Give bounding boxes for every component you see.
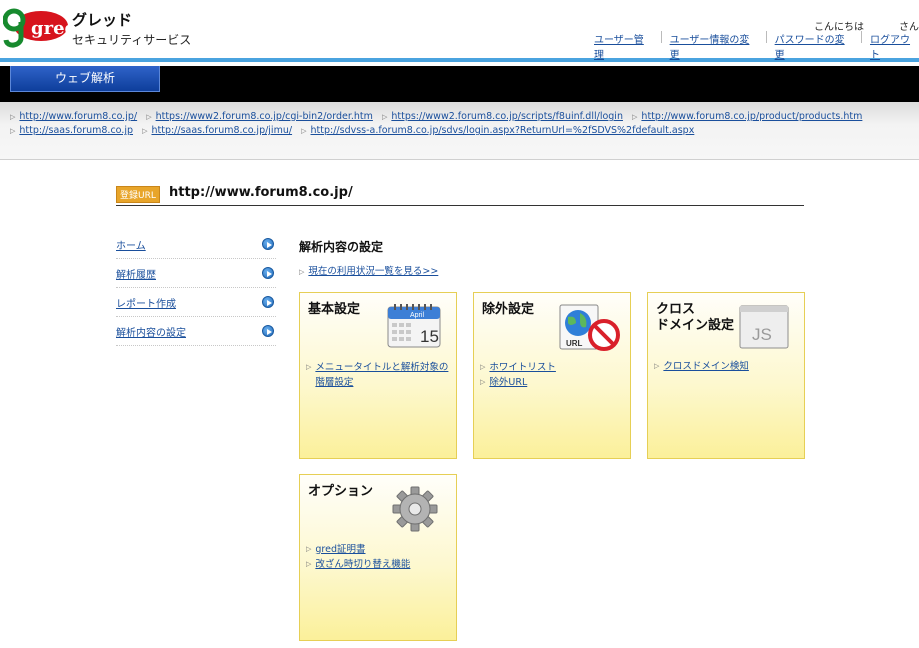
change-password-link[interactable]: パスワードの変更 bbox=[775, 31, 853, 61]
list-item: ▷ gred証明書 bbox=[306, 542, 410, 557]
status-overview-link[interactable]: ▷ 現在の利用状況一覧を見る>> bbox=[299, 263, 438, 277]
recent-url-link[interactable]: http://www.forum8.co.jp/product/products… bbox=[641, 111, 862, 122]
svg-text:gred: gred bbox=[31, 18, 69, 39]
card-links: ▷ gred証明書 ▷ 改ざん時切り替え機能 bbox=[306, 542, 410, 572]
card-title: クロス ドメイン設定 bbox=[656, 302, 734, 334]
arrow-right-icon: ▷ bbox=[299, 268, 305, 276]
svg-text:April: April bbox=[410, 312, 424, 319]
circle-arrow-icon[interactable] bbox=[262, 267, 274, 279]
arrow-right-icon: ▷ bbox=[10, 127, 16, 135]
card-cross-domain-settings: クロス ドメイン設定 JS ▷ クロスドメイン検知 bbox=[647, 292, 805, 459]
card-title: 基本設定 bbox=[308, 302, 361, 317]
card-link[interactable]: クロスドメイン検知 bbox=[663, 359, 749, 374]
sidebar-menu: ホーム 解析履歴 レポート作成 解析内容の設定 bbox=[116, 230, 276, 346]
sidebar-item-label[interactable]: レポート作成 bbox=[116, 299, 176, 310]
gred-logo[interactable]: gred bbox=[2, 4, 78, 52]
arrow-right-icon: ▷ bbox=[301, 127, 307, 135]
arrow-right-icon: ▷ bbox=[381, 113, 388, 121]
circle-arrow-icon[interactable] bbox=[262, 238, 274, 250]
list-item: ▷ 改ざん時切り替え機能 bbox=[306, 557, 410, 572]
card-link[interactable]: ホワイトリスト bbox=[489, 360, 556, 375]
recent-url-link[interactable]: https://www2.forum8.co.jp/cgi-bin2/order… bbox=[156, 111, 373, 122]
arrow-right-icon: ▷ bbox=[306, 545, 312, 553]
gear-icon bbox=[390, 484, 440, 537]
circle-arrow-icon[interactable] bbox=[262, 325, 274, 337]
recent-url-list: ▷ http://www.forum8.co.jp/ ▷ https://www2.… bbox=[0, 102, 919, 160]
registered-url-value: http://www.forum8.co.jp/ bbox=[169, 185, 353, 200]
arrow-right-icon: ▷ bbox=[306, 363, 312, 371]
main-nav-bar: ウェブ解析 bbox=[0, 66, 919, 102]
arrow-right-icon: ▷ bbox=[654, 362, 660, 370]
registered-url-badge: 登録URL bbox=[116, 186, 160, 203]
list-item: ▷ 除外URL bbox=[480, 375, 556, 390]
user-management-link[interactable]: ユーザー管理 bbox=[594, 31, 653, 61]
tab-web-analysis[interactable]: ウェブ解析 bbox=[10, 66, 160, 92]
card-title-line: クロス bbox=[656, 302, 696, 317]
account-links: ユーザー管理 ユーザー情報の変更 パスワードの変更 ログアウト bbox=[594, 31, 919, 61]
card-title: オプション bbox=[308, 484, 374, 499]
change-user-info-link[interactable]: ユーザー情報の変更 bbox=[670, 31, 758, 61]
sidebar-item-label[interactable]: 解析内容の設定 bbox=[116, 328, 186, 339]
svg-text:URL: URL bbox=[566, 339, 583, 348]
registered-url-bar: 登録URL http://www.forum8.co.jp/ bbox=[116, 184, 804, 206]
list-item: ▷ クロスドメイン検知 bbox=[654, 359, 749, 374]
link-divider bbox=[660, 31, 662, 43]
logout-link[interactable]: ログアウト bbox=[870, 31, 919, 61]
brand-subtitle: セキュリティサービス bbox=[72, 33, 192, 47]
card-links: ▷ ホワイトリスト ▷ 除外URL bbox=[480, 360, 556, 390]
sidebar-item-settings[interactable]: 解析内容の設定 bbox=[116, 317, 276, 346]
sidebar-item-history[interactable]: 解析履歴 bbox=[116, 259, 276, 288]
page-header: gred グレッド セキュリティサービス こんにちは さん ユーザー管理 ユーザ… bbox=[0, 0, 919, 62]
sidebar-item-report[interactable]: レポート作成 bbox=[116, 288, 276, 317]
page-title: 解析内容の設定 bbox=[299, 240, 384, 254]
card-basic-settings: 基本設定 April 15 ▷ メニュータイトルと解析対象の階層設定 bbox=[299, 292, 457, 459]
card-title: 除外設定 bbox=[482, 302, 535, 317]
card-links: ▷ メニュータイトルと解析対象の階層設定 bbox=[306, 360, 453, 390]
recent-url-link[interactable]: http://www.forum8.co.jp/ bbox=[19, 111, 137, 122]
card-link[interactable]: gred証明書 bbox=[315, 542, 365, 557]
arrow-right-icon: ▷ bbox=[480, 363, 486, 371]
sidebar-item-home[interactable]: ホーム bbox=[116, 230, 276, 259]
calendar-icon: April 15 bbox=[386, 303, 442, 352]
recent-url-link[interactable]: http://saas.forum8.co.jp bbox=[19, 125, 133, 136]
brand-name: グレッド bbox=[72, 11, 133, 29]
link-divider bbox=[765, 31, 767, 43]
recent-url-link[interactable]: https://www2.forum8.co.jp/scripts/f8uinf… bbox=[391, 111, 623, 122]
card-options: オプション ▷ gred証明書 ▷ 改ざん時切り替え機能 bbox=[299, 474, 457, 641]
arrow-right-icon: ▷ bbox=[146, 113, 152, 121]
arrow-right-icon: ▷ bbox=[306, 560, 312, 568]
sidebar-item-label[interactable]: 解析履歴 bbox=[116, 270, 156, 281]
card-title-line: ドメイン設定 bbox=[656, 318, 735, 333]
list-item: ▷ ホワイトリスト bbox=[480, 360, 556, 375]
card-link[interactable]: 除外URL bbox=[489, 375, 527, 390]
card-link[interactable]: メニュータイトルと解析対象の階層設定 bbox=[315, 360, 453, 390]
arrow-right-icon: ▷ bbox=[10, 113, 16, 121]
arrow-right-icon: ▷ bbox=[632, 113, 638, 121]
svg-text:15: 15 bbox=[420, 327, 439, 346]
link-divider bbox=[861, 31, 863, 43]
url-block-icon: URL bbox=[558, 303, 622, 356]
recent-url-link[interactable]: http://sdvss-a.forum8.co.jp/sdvs/login.a… bbox=[311, 125, 695, 136]
js-file-icon: JS bbox=[738, 304, 790, 353]
arrow-right-icon: ▷ bbox=[142, 127, 148, 135]
card-exclusion-settings: 除外設定 URL ▷ ホワイトリスト ▷ 除外URL bbox=[473, 292, 631, 459]
sidebar-item-label[interactable]: ホーム bbox=[116, 241, 146, 252]
card-link[interactable]: 改ざん時切り替え機能 bbox=[315, 557, 410, 572]
arrow-right-icon: ▷ bbox=[480, 378, 486, 386]
list-item: ▷ メニュータイトルと解析対象の階層設定 bbox=[306, 360, 453, 390]
recent-url-link[interactable]: http://saas.forum8.co.jp/jimu/ bbox=[151, 125, 292, 136]
status-overview-label[interactable]: 現在の利用状況一覧を見る>> bbox=[308, 266, 438, 277]
circle-arrow-icon[interactable] bbox=[262, 296, 274, 308]
card-links: ▷ クロスドメイン検知 bbox=[654, 359, 749, 374]
svg-text:JS: JS bbox=[752, 325, 772, 344]
